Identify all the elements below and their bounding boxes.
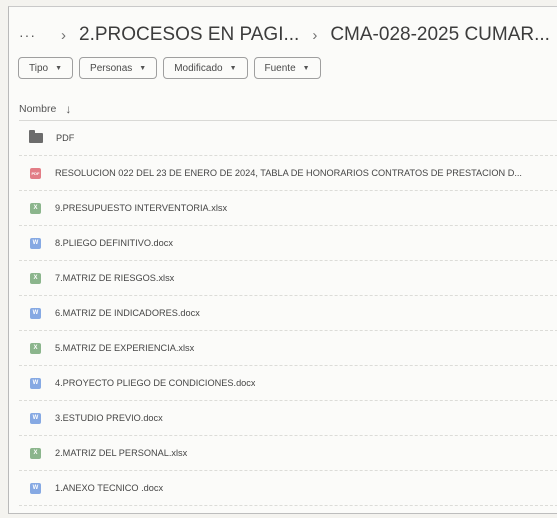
- list-item[interactable]: X 2.MATRIZ DEL PERSONAL.xlsx: [19, 436, 557, 471]
- breadcrumb-item-current-folder[interactable]: CMA-028-2025 CUMAR...: [330, 24, 550, 46]
- list-item[interactable]: X 5.MATRIZ DE EXPERIENCIA.xlsx: [19, 331, 557, 366]
- filter-label: Fuente: [264, 62, 296, 74]
- chevron-right-icon: ›: [61, 26, 66, 44]
- drive-folder-view: ··· › 2.PROCESOS EN PAGI... › CMA-028-20…: [8, 6, 557, 514]
- caret-down-icon: ▼: [302, 64, 310, 72]
- filter-label: Tipo: [29, 62, 49, 74]
- filter-modificado[interactable]: Modificado ▼: [163, 57, 248, 79]
- pdf-file-icon: PDF: [30, 167, 41, 179]
- file-name: 2.MATRIZ DEL PERSONAL.xlsx: [55, 448, 188, 458]
- column-header-name[interactable]: Nombre ↓: [19, 102, 71, 116]
- caret-down-icon: ▼: [139, 64, 147, 72]
- file-name: 5.MATRIZ DE EXPERIENCIA.xlsx: [55, 343, 195, 353]
- file-name: 7.MATRIZ DE RIESGOS.xlsx: [55, 273, 175, 283]
- file-name: 1.ANEXO TECNICO .docx: [55, 483, 164, 493]
- file-name: 9.PRESUPUESTO INTERVENTORIA.xlsx: [55, 203, 228, 213]
- spreadsheet-file-icon: X: [30, 447, 41, 459]
- list-item[interactable]: W 1.ANEXO TECNICO .docx: [19, 471, 557, 506]
- file-name: RESOLUCION 022 DEL 23 DE ENERO DE 2024, …: [55, 168, 522, 178]
- list-item[interactable]: W 4.PROYECTO PLIEGO DE CONDICIONES.docx: [19, 366, 557, 401]
- list-item[interactable]: PDF: [19, 121, 557, 156]
- caret-down-icon: ▼: [229, 64, 237, 72]
- file-name: 4.PROYECTO PLIEGO DE CONDICIONES.docx: [55, 378, 256, 388]
- file-list: PDF PDF RESOLUCION 022 DEL 23 DE ENERO DE …: [19, 121, 557, 506]
- filter-bar: Tipo ▼ Personas ▼ Modificado ▼ Fuente ▼: [18, 57, 321, 79]
- list-item[interactable]: PDF RESOLUCION 022 DEL 23 DE ENERO DE 202…: [19, 156, 557, 191]
- spreadsheet-file-icon: X: [30, 202, 41, 214]
- filter-label: Personas: [90, 62, 133, 74]
- list-item[interactable]: X 7.MATRIZ DE RIESGOS.xlsx: [19, 261, 557, 296]
- caret-down-icon: ▼: [55, 64, 63, 72]
- list-item[interactable]: X 9.PRESUPUESTO INTERVENTORIA.xlsx: [19, 191, 557, 226]
- file-name: PDF: [56, 133, 75, 143]
- file-name: 8.PLIEGO DEFINITIVO.docx: [55, 238, 173, 248]
- chevron-right-icon: ›: [312, 26, 318, 44]
- filter-tipo[interactable]: Tipo ▼: [18, 57, 74, 79]
- breadcrumb-item-procesos[interactable]: 2.PROCESOS EN PAGI...: [79, 24, 299, 46]
- column-header-label: Nombre: [19, 103, 57, 115]
- spreadsheet-file-icon: X: [30, 342, 41, 354]
- document-file-icon: W: [30, 482, 41, 494]
- filter-label: Modificado: [174, 62, 223, 74]
- spreadsheet-file-icon: X: [30, 272, 41, 284]
- breadcrumb-more-button[interactable]: ···: [19, 27, 36, 43]
- document-file-icon: W: [30, 377, 41, 389]
- list-item[interactable]: W 8.PLIEGO DEFINITIVO.docx: [19, 226, 557, 261]
- sort-arrow-down-icon[interactable]: ↓: [65, 102, 71, 116]
- filter-fuente[interactable]: Fuente ▼: [253, 57, 321, 79]
- file-name: 6.MATRIZ DE INDICADORES.docx: [55, 308, 200, 318]
- document-file-icon: W: [30, 307, 41, 319]
- list-item[interactable]: W 6.MATRIZ DE INDICADORES.docx: [19, 296, 557, 331]
- file-name: 3.ESTUDIO PREVIO.docx: [55, 413, 163, 423]
- breadcrumb: ··· › 2.PROCESOS EN PAGI... › CMA-028-20…: [19, 21, 557, 49]
- document-file-icon: W: [30, 412, 41, 424]
- filter-personas[interactable]: Personas ▼: [79, 57, 158, 79]
- list-item[interactable]: W 3.ESTUDIO PREVIO.docx: [19, 401, 557, 436]
- folder-icon: [29, 130, 43, 143]
- document-file-icon: W: [30, 237, 41, 249]
